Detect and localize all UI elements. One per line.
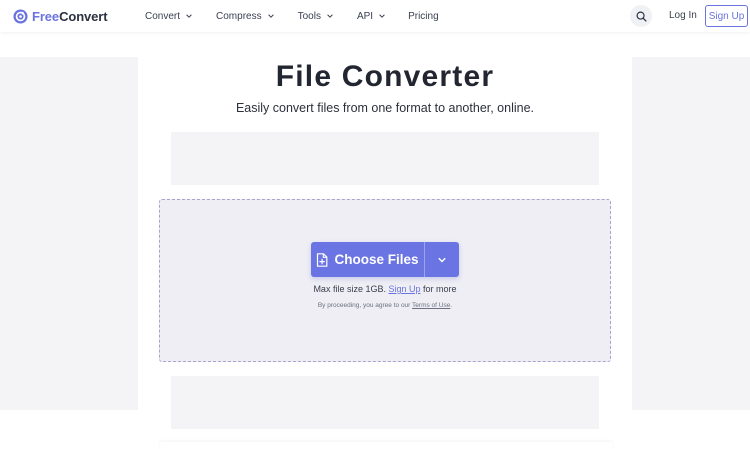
nav-api[interactable]: API <box>357 11 386 22</box>
choose-files-button[interactable]: Choose Files <box>311 242 424 277</box>
brand-logo[interactable]: FreeConvert <box>13 8 108 24</box>
nav-pricing-label: Pricing <box>408 10 439 22</box>
top-navbar: FreeConvert Convert Compress Tools API P… <box>0 0 750 32</box>
page-subtitle: Easily convert files from one format to … <box>235 101 535 115</box>
nav-convert[interactable]: Convert <box>145 11 193 22</box>
choose-files-label: Choose Files <box>334 252 419 267</box>
nav-convert-label: Convert <box>145 10 181 22</box>
max-file-size-note: Max file size 1GB. Sign Up for more <box>159 284 611 294</box>
nav-api-label: API <box>356 10 374 22</box>
choose-files-button-group: Choose Files <box>311 242 459 277</box>
main-nav: Convert Compress Tools API Pricing <box>145 0 462 32</box>
right-ad-rail <box>632 57 750 410</box>
signup-more-link[interactable]: Sign Up <box>388 284 420 294</box>
content-card-edge <box>160 442 612 449</box>
chevron-down-icon <box>186 14 192 18</box>
terms-period: . <box>450 302 453 309</box>
max-size-text: Max file size 1GB. <box>313 284 386 294</box>
nav-tools-label: Tools <box>297 10 321 22</box>
nav-compress-label: Compress <box>216 10 262 22</box>
terms-note: By proceeding, you agree to our Terms of… <box>159 302 611 309</box>
chevron-down-icon <box>327 14 333 18</box>
chevron-down-icon <box>438 257 446 262</box>
terms-of-use-link[interactable]: Terms of Use <box>412 302 450 309</box>
freeconvert-logo-icon <box>13 8 28 24</box>
nav-tools[interactable]: Tools <box>298 11 334 22</box>
chevron-down-icon <box>267 14 274 18</box>
search-icon <box>636 11 647 22</box>
left-ad-rail <box>0 57 138 410</box>
nav-pricing[interactable]: Pricing <box>408 11 439 22</box>
nav-compress[interactable]: Compress <box>216 11 275 22</box>
header-spacer <box>0 33 750 57</box>
choose-source-dropdown[interactable] <box>425 242 459 277</box>
login-link[interactable]: Log In <box>669 10 697 21</box>
ad-banner-bottom <box>171 376 599 429</box>
ad-banner-top <box>171 132 599 185</box>
brand-name: FreeConvert <box>32 8 108 24</box>
max-size-suffix: for more <box>423 284 457 294</box>
search-button[interactable] <box>630 5 652 27</box>
signup-button[interactable]: Sign Up <box>705 5 748 27</box>
terms-text: By proceeding, you agree to our <box>317 302 411 309</box>
chevron-down-icon <box>379 14 385 18</box>
file-dropzone[interactable] <box>159 199 611 362</box>
page-title: File Converter <box>275 60 495 93</box>
file-plus-icon <box>317 252 328 267</box>
